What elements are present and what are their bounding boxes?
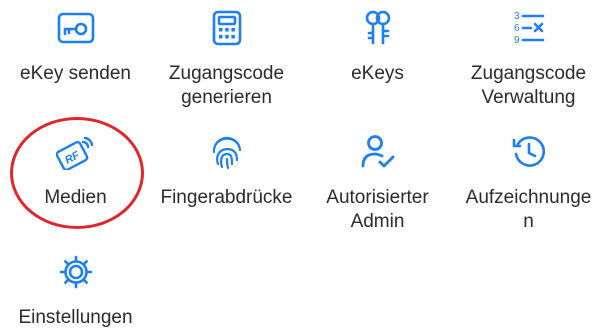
menu-item-label: Aufzeichnunge n — [465, 187, 592, 232]
fingerprint-icon — [207, 132, 247, 172]
menu-item-label: Zugangscode generieren — [168, 63, 285, 108]
menu-item-aufzeichnungen[interactable]: Aufzeichnunge n — [453, 132, 604, 234]
history-clock-icon — [509, 132, 549, 172]
menu-item-label: eKeys — [351, 63, 404, 84]
menu-item-label: Einstellungen — [18, 307, 133, 328]
menu-item-medien[interactable]: RF Medien — [0, 132, 151, 210]
menu-item-zugangscode-generieren[interactable]: Zugangscode generieren — [151, 8, 302, 110]
admin-user-icon — [358, 132, 398, 172]
menu-item-label: Medien — [44, 187, 107, 208]
keys-icon — [358, 8, 398, 48]
menu-item-ekey-senden[interactable]: eKey senden — [0, 8, 151, 86]
menu-item-einstellungen[interactable]: Einstellungen — [0, 252, 151, 330]
menu-item-ekeys[interactable]: eKeys — [302, 8, 453, 86]
svg-text:9: 9 — [514, 35, 520, 46]
menu-grid: eKey senden Zugangscode generieren eKeys… — [0, 0, 605, 333]
menu-item-zugangscode-verwaltung[interactable]: 3 6 9 Zugangscode Verwaltung — [453, 8, 604, 110]
svg-text:3: 3 — [514, 11, 520, 22]
menu-item-label: eKey senden — [20, 63, 131, 84]
menu-item-fingerabdruecke[interactable]: Fingerabdrücke — [151, 132, 302, 210]
menu-item-label: Fingerabdrücke — [160, 187, 293, 208]
menu-item-label: Zugangscode Verwaltung — [470, 63, 587, 108]
calculator-icon — [207, 8, 247, 48]
numbered-list-icon: 3 6 9 — [509, 8, 549, 48]
gear-icon — [56, 252, 96, 292]
menu-item-autorisierter-admin[interactable]: Autorisierter Admin — [302, 132, 453, 234]
rf-card-icon: RF — [55, 132, 96, 172]
svg-text:6: 6 — [514, 23, 520, 34]
send-ekey-icon — [56, 8, 96, 48]
menu-item-label: Autorisierter Admin — [326, 187, 429, 232]
